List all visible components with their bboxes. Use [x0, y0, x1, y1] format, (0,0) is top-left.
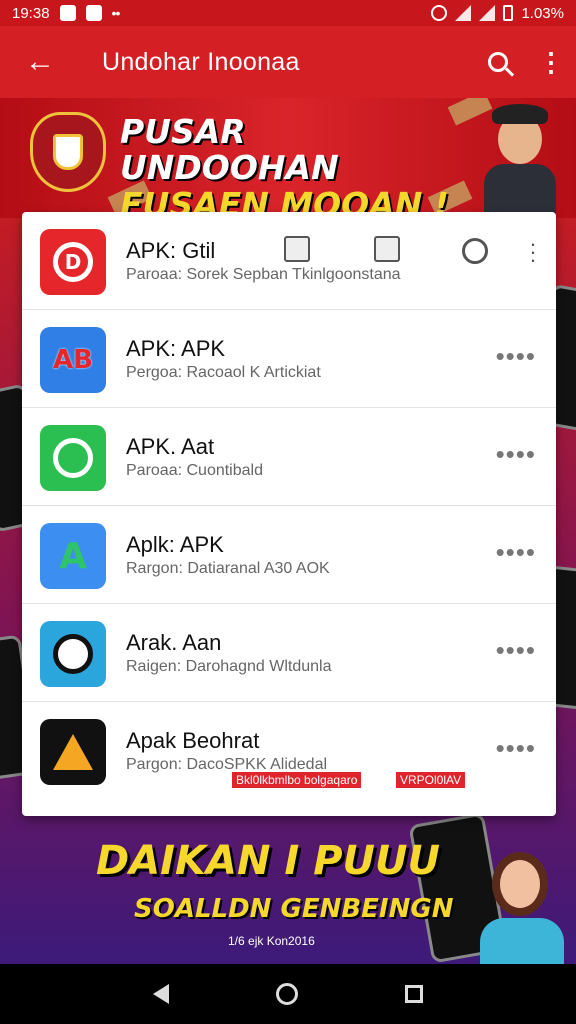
app-icon-a: A	[40, 523, 106, 589]
status-left: 19:38 ••	[12, 4, 121, 22]
list-item[interactable]: Arak. Aan Raigen: Darohagnd Wltdunla •••…	[22, 604, 556, 702]
emblem-shield-icon	[53, 134, 83, 170]
woman-illustration	[476, 836, 566, 964]
app-title: APK: APK	[126, 336, 226, 361]
app-title: APK: Gtil	[126, 238, 216, 263]
battery-text: 1.03%	[521, 4, 564, 22]
promo-subheadline: SOALLDN GENBEINGN	[134, 894, 454, 924]
d-logo-icon: D	[53, 242, 93, 282]
back-arrow-icon[interactable]: ←	[0, 26, 80, 98]
search-icon	[488, 52, 508, 72]
warning-label: Bkl0lkbmlbo bolgaqaro	[232, 772, 362, 788]
ring-icon	[53, 634, 93, 674]
phone-bubble-icon	[53, 438, 93, 478]
status-bar: 19:38 •• 1.03%	[0, 0, 576, 26]
woman-body	[480, 918, 564, 964]
more-notifications-icon: ••	[111, 5, 121, 21]
more-horiz-icon[interactable]: ••••	[496, 343, 536, 369]
app-title: Aplk: APK	[126, 532, 224, 557]
list-item[interactable]: APK. Aat Paroaa: Cuontibald ••••	[22, 408, 556, 506]
garuda-emblem-icon	[30, 112, 106, 192]
signal-icon	[479, 5, 496, 21]
notification-icon-2	[85, 5, 102, 21]
nav-home-icon[interactable]	[275, 983, 298, 1005]
peak-icon	[53, 734, 93, 770]
more-horiz-icon[interactable]: ••••	[496, 735, 536, 761]
app-subtitle: Pergoa: Racoaol K Artickiat	[126, 364, 321, 381]
list-item[interactable]: D APK: Gtil Paroaa: Sorek Sepban Tkinlgo…	[22, 212, 556, 310]
app-bar-title: Undohar Inoonaa	[102, 47, 300, 76]
document-icon[interactable]	[374, 236, 400, 262]
app-list: D APK: Gtil Paroaa: Sorek Sepban Tkinlgo…	[22, 212, 556, 816]
officer-cap	[492, 104, 548, 124]
woman-head	[492, 852, 548, 916]
list-item[interactable]: AB APK: APK Pergoa: Racoaol K Artickiat …	[22, 310, 556, 408]
list-item[interactable]: A Aplk: APK Rargon: Datiaranal A30 AOK •…	[22, 506, 556, 604]
more-horiz-icon[interactable]: ••••	[496, 441, 536, 467]
app-title: Apak Beohrat	[126, 728, 260, 753]
banner-headline: PUSAR UNDOOHAN FUSAEN MOOAN !	[120, 112, 460, 218]
app-subtitle: Raigen: Darohagnd Wltdunla	[126, 658, 332, 675]
promo-footer-text: 1/6 ejk Kon2016	[228, 934, 315, 948]
warning-label: VRPOl0lAV	[396, 772, 466, 788]
app-icon-d: D	[40, 229, 106, 295]
app-title: APK. Aat	[126, 434, 215, 459]
whatsapp-icon	[40, 425, 106, 491]
copy-icon[interactable]	[284, 236, 310, 262]
banner-line-1: PUSAR UNDOOHAN	[120, 112, 339, 188]
promo-banner: DAIKAN I PUUU SOALLDN GENBEINGN 1/6 ejk …	[0, 816, 576, 964]
app-subtitle: Rargon: Datiaranal A30 AOK	[126, 560, 330, 577]
app-subtitle: Paroaa: Sorek Sepban Tkinlgoonstana	[126, 266, 401, 283]
app-subtitle: Paroaa: Cuontibald	[126, 462, 263, 479]
header-banner: PUSAR UNDOOHAN FUSAEN MOOAN !	[0, 98, 576, 218]
wifi-icon	[455, 5, 472, 21]
promo-headline: DAIKAN I PUUU	[96, 838, 440, 884]
alarm-icon	[431, 5, 448, 21]
circle-icon[interactable]	[462, 238, 488, 264]
nav-recents-icon[interactable]	[404, 985, 423, 1003]
status-right: 1.03%	[431, 5, 564, 22]
notification-icon	[59, 5, 76, 21]
more-vert-icon[interactable]: ⋮	[526, 26, 576, 98]
officer-illustration	[478, 104, 562, 214]
more-vert-icon[interactable]: · · ·	[526, 233, 540, 271]
nav-back-icon[interactable]	[153, 984, 170, 1004]
search-button[interactable]	[470, 26, 526, 98]
app-bar: ← Undohar Inoonaa ⋮	[0, 26, 576, 98]
app-title: Arak. Aan	[126, 630, 222, 655]
more-horiz-icon[interactable]: ••••	[496, 637, 536, 663]
app-icon-ab: AB	[40, 327, 106, 393]
system-nav-bar	[0, 964, 576, 1024]
more-horiz-icon[interactable]: ••••	[496, 539, 536, 565]
ring-app-icon	[40, 621, 106, 687]
status-time: 19:38	[12, 4, 50, 22]
officer-body	[484, 164, 556, 214]
battery-icon	[503, 5, 514, 21]
peak-app-icon	[40, 719, 106, 785]
